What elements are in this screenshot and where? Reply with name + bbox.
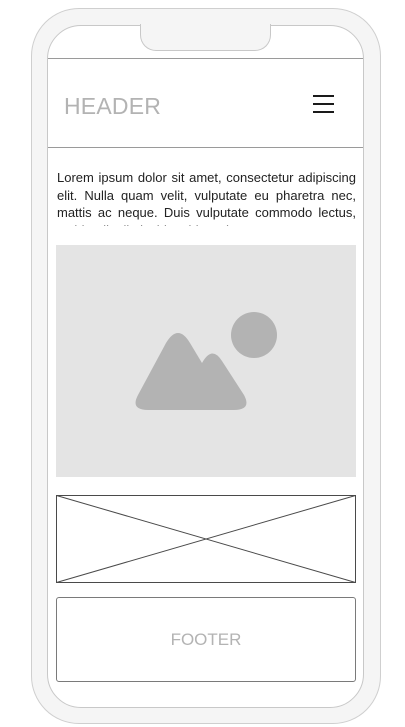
phone-notch xyxy=(140,24,271,51)
crossed-placeholder xyxy=(56,495,356,583)
hamburger-menu-icon[interactable] xyxy=(313,93,335,115)
footer-box: FOOTER xyxy=(56,597,356,682)
image-placeholder xyxy=(56,245,356,477)
body-paragraph: Lorem ipsum dolor sit amet, consectetur … xyxy=(57,170,356,226)
header-title: HEADER xyxy=(64,93,162,119)
header-bar: HEADER xyxy=(48,58,363,148)
footer-label: FOOTER xyxy=(170,629,242,649)
phone-wireframe: HEADER Lorem ipsum dolor sit amet, conse… xyxy=(0,0,405,727)
image-icon xyxy=(135,312,277,410)
